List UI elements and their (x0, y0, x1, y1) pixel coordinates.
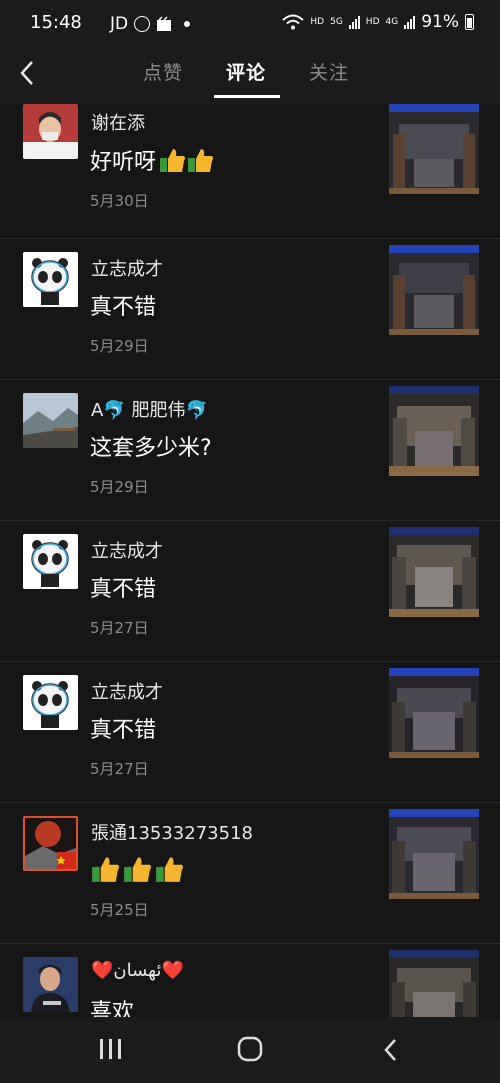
avatar[interactable] (23, 816, 78, 871)
status-bar: 15:48 JD HD 5G HD 4G 91% (0, 0, 500, 46)
username[interactable]: ❤️ئهسان❤️ (91, 960, 184, 981)
tab-comments[interactable]: 评论 (226, 58, 266, 85)
audio-system-thumbnail-icon (389, 809, 479, 899)
avatar[interactable] (23, 104, 78, 159)
comment-text: 真不错 (90, 295, 157, 320)
avatar[interactable] (23, 534, 78, 589)
video-thumbnail[interactable] (389, 950, 479, 1017)
thumbs-up-icon (92, 857, 119, 882)
signal-5g-icon (348, 15, 360, 29)
notification-dot-icon (184, 21, 191, 27)
system-nav-bar (0, 1017, 500, 1083)
comment-date: 5月27日 (90, 760, 149, 778)
active-tab-indicator (214, 95, 280, 98)
thumbs-up-icon (188, 149, 214, 172)
panda-mascot-avatar-icon (23, 675, 78, 730)
battery-percent: 91% (421, 12, 459, 32)
video-thumbnail[interactable] (389, 386, 479, 476)
audio-system-thumbnail-icon (389, 386, 479, 476)
man-portrait-avatar-icon (23, 957, 78, 1012)
thumbs-up-icon (160, 149, 186, 172)
status-right-icons: HD 5G HD 4G 91% (282, 12, 474, 32)
audio-system-thumbnail-icon (389, 245, 479, 335)
back-nav-icon[interactable] (381, 1037, 401, 1063)
audio-system-thumbnail-icon (389, 104, 479, 194)
video-thumbnail[interactable] (389, 809, 479, 899)
video-thumbnail[interactable] (389, 104, 479, 194)
recent-apps-icon[interactable] (98, 1037, 124, 1061)
tab-follows[interactable]: 关注 (309, 58, 349, 85)
list-item[interactable]: 谢在添 好听呀 5月30日 (0, 104, 500, 239)
home-icon[interactable] (237, 1036, 263, 1062)
video-thumbnail[interactable] (389, 245, 479, 335)
carrier-label: JD (110, 14, 129, 34)
status-time: 15:48 (30, 12, 82, 33)
status-left-icons: JD (110, 14, 191, 34)
media-icon (157, 16, 172, 31)
username[interactable]: 立志成才 (91, 537, 163, 563)
network-5g-label: 5G (330, 17, 343, 27)
audio-system-thumbnail-icon (389, 950, 479, 1017)
network-4g-label: 4G (385, 17, 399, 27)
username[interactable]: 張通13533273518 (91, 819, 253, 845)
comment-text: 真不错 (90, 718, 157, 743)
list-item[interactable]: ❤️ئهسان❤️ 喜欢 (0, 944, 500, 1017)
comment-list[interactable]: 谢在添 好听呀 5月30日 立志成才 真不错 5月29日 A🐬 肥肥伟🐬 这套多… (0, 104, 500, 1017)
comment-text-value: 好听呀 (90, 150, 157, 175)
tab-likes[interactable]: 点赞 (143, 58, 183, 85)
panda-mascot-avatar-icon (23, 534, 78, 589)
avatar[interactable] (23, 393, 78, 448)
panda-mascot-avatar-icon (23, 252, 78, 307)
username[interactable]: A🐬 肥肥伟🐬 (91, 396, 208, 422)
comment-text: 好听呀 (90, 144, 214, 176)
audio-system-thumbnail-icon (389, 668, 479, 758)
hd-label-2: HD (365, 17, 380, 27)
comment-date: 5月25日 (90, 901, 149, 919)
moon-flag-avatar-icon (23, 816, 78, 871)
username[interactable]: 谢在添 (91, 109, 145, 135)
avatar[interactable] (23, 252, 78, 307)
person-avatar-icon (23, 104, 78, 159)
comment-text: 这套多少米? (90, 436, 212, 461)
idm-icon (134, 16, 151, 32)
audio-system-thumbnail-icon (389, 527, 479, 617)
comment-date: 5月29日 (90, 478, 149, 496)
thumbs-up-icon (124, 857, 151, 882)
hd-label-1: HD (310, 17, 325, 27)
avatar[interactable] (23, 675, 78, 730)
wifi-icon (282, 14, 305, 30)
list-item[interactable]: 立志成才 真不错 5月29日 (0, 239, 500, 380)
list-item[interactable]: 立志成才 真不错 5月27日 (0, 521, 500, 662)
username[interactable]: 立志成才 (91, 255, 163, 281)
comment-text: 真不错 (90, 577, 157, 602)
comment-text: 喜欢 (90, 1000, 135, 1017)
username[interactable]: 立志成才 (91, 678, 163, 704)
signal-4g-icon (404, 15, 416, 29)
list-item[interactable]: 張通13533273518 5月25日 (0, 803, 500, 944)
comment-date: 5月29日 (90, 337, 149, 355)
comment-date: 5月30日 (90, 192, 149, 210)
thumbs-up-icon (156, 857, 183, 882)
mountain-landscape-avatar-icon (23, 393, 78, 448)
top-header: 点赞 评论 关注 (0, 46, 500, 104)
video-thumbnail[interactable] (389, 527, 479, 617)
list-item[interactable]: A🐬 肥肥伟🐬 这套多少米? 5月29日 (0, 380, 500, 521)
avatar[interactable] (23, 957, 78, 1012)
list-item[interactable]: 立志成才 真不错 5月27日 (0, 662, 500, 803)
back-arrow-icon[interactable] (16, 58, 40, 88)
comment-text (90, 855, 184, 883)
video-thumbnail[interactable] (389, 668, 479, 758)
battery-icon (465, 14, 474, 30)
comment-date: 5月27日 (90, 619, 149, 637)
